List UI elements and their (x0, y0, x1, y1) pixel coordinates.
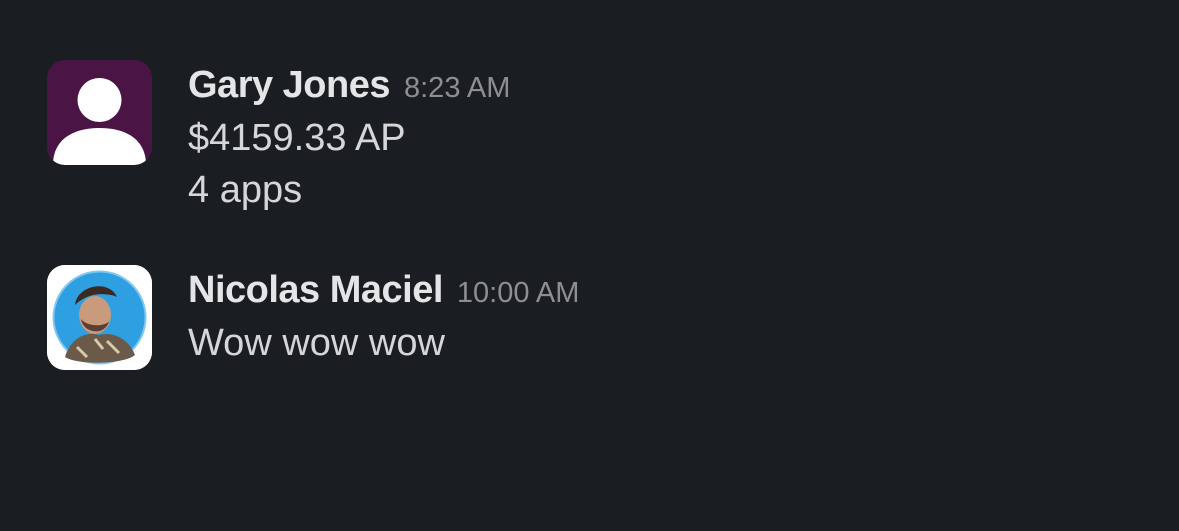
sender-name[interactable]: Nicolas Maciel (188, 269, 443, 312)
message-feed: Gary Jones 8:23 AM $4159.33 AP 4 apps Ni… (0, 0, 1179, 531)
message-text-line: 4 apps (188, 169, 303, 211)
user-photo-avatar[interactable] (47, 265, 152, 370)
sender-name[interactable]: Gary Jones (188, 64, 391, 107)
message-text-line: $4159.33 AP (188, 117, 406, 159)
message-content: Nicolas Maciel 10:00 AM Wow wow wow (188, 269, 579, 369)
default-user-avatar-icon[interactable] (47, 60, 152, 165)
message-content: Gary Jones 8:23 AM $4159.33 AP 4 apps (188, 64, 510, 216)
message-timestamp[interactable]: 10:00 AM (457, 277, 580, 310)
message-text-line: Wow wow wow (188, 322, 445, 364)
message-item[interactable]: Gary Jones 8:23 AM $4159.33 AP 4 apps (47, 60, 510, 212)
message-item[interactable]: Nicolas Maciel 10:00 AM Wow wow wow (47, 265, 579, 370)
message-header: Gary Jones 8:23 AM (188, 64, 510, 112)
message-header: Nicolas Maciel 10:00 AM (188, 269, 579, 317)
message-timestamp[interactable]: 8:23 AM (404, 72, 510, 105)
